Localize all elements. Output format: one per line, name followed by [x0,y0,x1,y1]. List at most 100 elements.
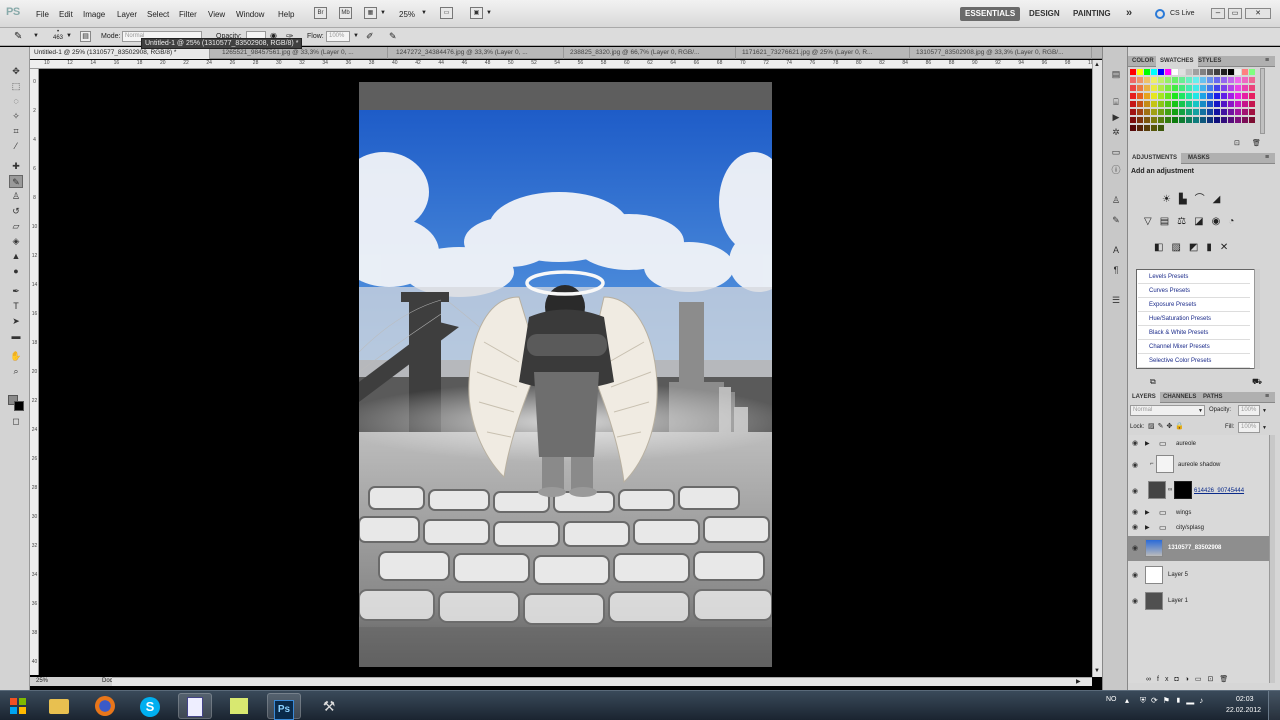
background-color-swatch[interactable] [14,401,24,411]
color-swatch[interactable] [1200,109,1206,115]
color-swatch[interactable] [1200,69,1206,75]
color-swatch[interactable] [1200,117,1206,123]
color-swatch[interactable] [1172,69,1178,75]
color-swatch[interactable] [1235,101,1241,107]
color-swatch[interactable] [1144,125,1150,131]
brush-panel-toggle-icon[interactable]: ▤ [80,31,91,42]
color-swatch[interactable] [1193,77,1199,83]
chevron-down-icon[interactable]: ▼ [380,10,386,16]
color-swatch[interactable] [1137,93,1143,99]
color-swatch[interactable] [1221,77,1227,83]
chevron-down-icon[interactable]: ▼ [486,10,492,16]
color-swatch[interactable] [1137,101,1143,107]
color-swatch[interactable] [1235,77,1241,83]
color-swatch[interactable] [1249,109,1255,115]
status-zoom[interactable]: 25% [36,678,48,684]
arrange-documents-icon[interactable]: ▭ [440,7,453,19]
color-swatch[interactable] [1207,93,1213,99]
color-swatch[interactable] [1130,101,1136,107]
pen-tool-icon[interactable]: ✒ [9,285,23,298]
document-artwork[interactable] [359,82,772,667]
blend-mode-select[interactable]: Normal [1130,405,1205,416]
preset-levels[interactable]: Levels Presets [1138,270,1250,284]
color-swatch[interactable] [1144,77,1150,83]
color-swatch[interactable] [1186,125,1192,131]
color-swatch[interactable] [1207,85,1213,91]
layer-comps-icon[interactable]: ☰ [1110,295,1122,306]
color-swatch[interactable] [1172,125,1178,131]
color-swatch[interactable] [1165,69,1171,75]
hand-tool-icon[interactable]: ✋ [9,350,23,363]
layer-name[interactable]: aureole [1176,441,1196,447]
network-icon[interactable]: ▂ [1186,696,1199,705]
lock-transparency-icon[interactable]: ▨ [1148,423,1158,430]
menu-image[interactable]: Image [83,10,105,19]
tab-color[interactable]: COLOR [1128,56,1158,67]
color-swatch[interactable] [1165,109,1171,115]
color-swatch[interactable] [1165,93,1171,99]
vertical-scrollbar[interactable]: ▲ ▼ [1092,60,1102,677]
eye-icon[interactable]: ◉ [1132,439,1138,447]
color-swatch[interactable] [1137,69,1143,75]
layer-name[interactable]: city/splasg [1176,525,1204,531]
close-button[interactable]: ✕ [1245,8,1271,19]
tab-adjustments[interactable]: ADJUSTMENTS [1128,153,1182,164]
link-layers-icon[interactable]: ∞ [1146,676,1157,683]
color-swatch[interactable] [1179,109,1185,115]
layer-row[interactable]: ◉ ∞ 614426_90745444 [1128,479,1275,503]
color-swatch[interactable] [1179,117,1185,123]
path-selection-tool-icon[interactable]: ➤ [9,315,23,328]
sticky-notes-taskbar-button[interactable] [222,693,256,719]
app-taskbar-button[interactable] [178,693,212,719]
color-swatch[interactable] [1165,117,1171,123]
color-swatch[interactable] [1221,125,1227,131]
color-swatch[interactable] [1151,117,1157,123]
vibrance-icon[interactable]: ▽ [1144,216,1160,227]
color-swatch[interactable] [1172,117,1178,123]
color-swatch[interactable] [1130,125,1136,131]
color-swatch[interactable] [1179,77,1185,83]
color-swatch[interactable] [1165,77,1171,83]
color-swatch[interactable] [1207,77,1213,83]
doc-tab[interactable]: 1310577_83502908.jpg @ 33,3% (Layer 0, R… [912,47,1092,59]
crop-tool-icon[interactable]: ⌗ [9,125,23,138]
color-swatch[interactable] [1242,93,1248,99]
layer-style-icon[interactable]: fx [1157,676,1174,683]
layers-scrollbar[interactable] [1269,435,1275,683]
tab-layers[interactable]: LAYERS [1128,392,1160,403]
color-swatch[interactable] [1235,93,1241,99]
color-swatch[interactable] [1207,101,1213,107]
color-swatch[interactable] [1228,69,1234,75]
preset-selective-color[interactable]: Selective Color Presets [1138,354,1250,368]
color-swatch[interactable] [1242,109,1248,115]
layer-row[interactable]: ◉ Layer 1 [1128,589,1275,614]
chevron-down-icon[interactable]: ▼ [353,33,359,39]
cs-live-icon[interactable] [1155,9,1165,19]
curves-icon[interactable]: ⌒ [1195,194,1213,205]
launch-mini-bridge-icon[interactable]: Mb [339,7,352,19]
language-indicator[interactable]: NO [1106,696,1117,703]
doc-tab[interactable]: 1171621_73276621.jpg @ 25% (Layer 0, R..… [738,47,910,59]
brush-preset-picker[interactable]: • 463 [52,29,64,41]
new-group-icon[interactable]: ▭ [1195,676,1208,683]
chevron-down-icon[interactable]: ▼ [33,33,39,39]
layer-opacity-field[interactable]: 100% [1238,405,1260,416]
color-swatch[interactable] [1249,69,1255,75]
color-swatch[interactable] [1144,101,1150,107]
color-swatch[interactable] [1165,85,1171,91]
firefox-taskbar-button[interactable] [88,693,122,719]
menu-view[interactable]: View [208,10,225,19]
actions-icon[interactable]: ▶ [1110,112,1122,123]
chevron-down-icon[interactable]: ▼ [1262,408,1267,414]
color-swatch[interactable] [1221,117,1227,123]
menu-file[interactable]: File [36,10,49,19]
zoom-tool-icon[interactable]: ⌕ [9,365,23,378]
move-tool-icon[interactable]: ✥ [9,65,23,78]
color-swatch[interactable] [1144,117,1150,123]
color-swatch[interactable] [1221,93,1227,99]
color-swatch[interactable] [1235,117,1241,123]
volume-icon[interactable]: ♪ [1199,696,1208,705]
color-swatch[interactable] [1235,125,1241,131]
lock-pixels-icon[interactable]: ✎ [1158,423,1167,430]
layer-row[interactable]: ◉ ▶ ▭ aureole [1128,437,1275,451]
